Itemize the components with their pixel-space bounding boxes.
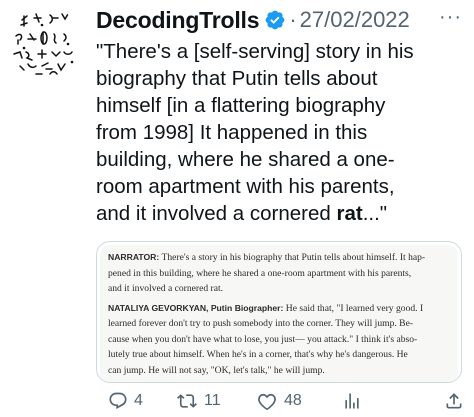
- tweet-text: "There's a [self-serving] story in his b…: [96, 38, 468, 227]
- excerpt-line: and it involved a cornered rat.: [108, 283, 224, 294]
- tweet-text-bold: rat: [336, 202, 363, 225]
- reply-count: 4: [134, 392, 143, 409]
- retweet-icon: [177, 394, 197, 408]
- analytics-icon: [345, 393, 359, 409]
- excerpt-line: learned forever don't try to push somebo…: [108, 318, 414, 329]
- share-icon: [446, 393, 462, 409]
- views-button[interactable]: [342, 391, 362, 411]
- display-name[interactable]: DecodingTrolls: [96, 7, 260, 34]
- excerpt-line: pened in this building, where he shared …: [108, 267, 412, 279]
- tweet-text-line: himself [in a flattering biography: [96, 94, 386, 117]
- tweet-text-last-line: and it involved a cornered rat...": [96, 200, 468, 227]
- tweet-text-line: building, where he shared a one-: [96, 148, 395, 171]
- like-count: 48: [284, 392, 302, 409]
- reply-button[interactable]: 4: [108, 391, 143, 411]
- excerpt-line: NARRATOR: There's a story in his biograp…: [108, 250, 452, 266]
- tweet-action-bar: 4 11 48: [96, 388, 464, 414]
- tweet-date[interactable]: 27/02/2022: [300, 7, 410, 33]
- like-button[interactable]: 48: [256, 391, 302, 411]
- speaker-label: NATALIYA GEVORKYAN, Putin Biographer:: [108, 302, 284, 313]
- verified-badge-icon: [264, 9, 286, 31]
- heart-icon: [258, 393, 276, 411]
- avatar[interactable]: [6, 6, 82, 82]
- excerpt-text: There's a story in his biography that Pu…: [161, 252, 426, 263]
- glyph-pattern-avatar-icon: [13, 13, 74, 75]
- excerpt-text: He said that, "I learned very good. I: [285, 302, 424, 314]
- separator-dot: ·: [289, 7, 297, 32]
- excerpt-line: cause when you don't have what to lose, …: [108, 333, 418, 345]
- tweet-header: DecodingTrolls · 27/02/2022 ···: [96, 4, 464, 36]
- speaker-label: NARRATOR:: [108, 252, 160, 262]
- excerpt-page: NARRATOR: There's a story in his biograp…: [100, 245, 458, 382]
- tweet-media-image[interactable]: NARRATOR: There's a story in his biograp…: [96, 241, 462, 383]
- retweet-count: 11: [204, 392, 221, 409]
- excerpt-line: can jump. He will not say, "OK, let's ta…: [108, 364, 325, 376]
- retweet-button[interactable]: 11: [176, 391, 221, 411]
- more-options-icon[interactable]: ···: [439, 6, 462, 29]
- tweet-text-segment: and it involved a cornered: [96, 202, 337, 225]
- reply-icon: [109, 392, 127, 409]
- tweet-text-line: "There's a [self-serving] story in his: [96, 40, 414, 63]
- tweet-text-line: biography that Putin tells about: [96, 67, 378, 90]
- tweet-text-line: room apartment with his parents,: [96, 175, 395, 198]
- tweet-text-segment: ...": [362, 202, 388, 225]
- excerpt-line: NATALIYA GEVORKYAN, Putin Biographer: He…: [108, 301, 452, 317]
- excerpt-line: lutely true about himself. When he's in …: [108, 349, 408, 360]
- tweet-text-line: from 1998] It happened in this: [96, 121, 368, 144]
- share-button[interactable]: [444, 391, 464, 411]
